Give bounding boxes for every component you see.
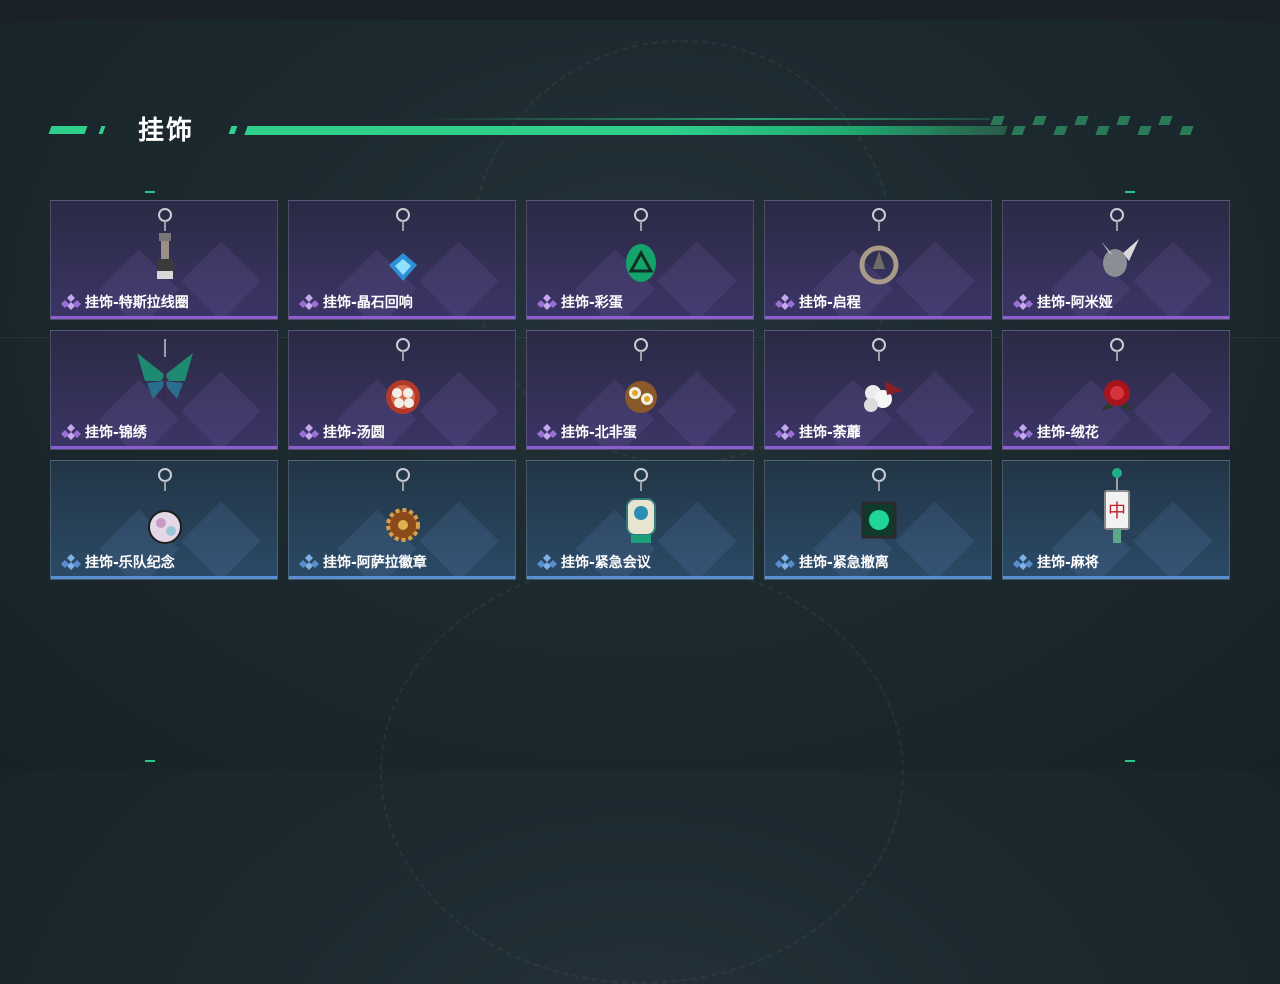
green-exit-charm-icon	[861, 468, 897, 539]
charm-card[interactable]: 挂饰-紧急会议	[526, 460, 754, 580]
charm-card[interactable]: 挂饰-北非蛋	[526, 330, 754, 450]
charm-name: 挂饰-荼蘼	[799, 425, 861, 441]
charm-name: 挂饰-锦绣	[85, 425, 147, 441]
card-label-row: 挂饰-紧急会议	[537, 553, 651, 571]
rarity-gem-icon	[299, 554, 319, 570]
card-label-row: 挂饰-特斯拉线圈	[61, 293, 189, 311]
section-title: 挂饰	[138, 116, 195, 146]
card-label-row: 挂饰-启程	[775, 293, 861, 311]
charm-card[interactable]: 挂饰-汤圆	[288, 330, 516, 450]
card-label-row: 挂饰-北非蛋	[537, 423, 637, 441]
svg-text:中: 中	[1108, 501, 1126, 522]
charm-card[interactable]: 挂饰-启程	[764, 200, 992, 320]
background-ring	[380, 560, 904, 984]
corner-tick	[1125, 760, 1135, 762]
corner-tick	[145, 191, 155, 193]
mahjong-tile-charm-icon: 中	[1104, 468, 1130, 543]
white-flower-charm-icon	[864, 338, 903, 412]
header-accent-bar	[98, 126, 106, 134]
charm-card[interactable]: 挂饰-阿萨拉徽章	[288, 460, 516, 580]
charm-name: 挂饰-启程	[799, 295, 861, 311]
tesla-coil-charm-icon	[157, 208, 173, 279]
charm-card[interactable]: 挂饰-紧急撤离	[764, 460, 992, 580]
rarity-gem-icon	[775, 294, 795, 310]
top-band	[0, 0, 1280, 20]
card-label-row: 挂饰-彩蛋	[537, 293, 623, 311]
meeting-figure-charm-icon	[626, 468, 656, 543]
rarity-gem-icon	[1013, 294, 1033, 310]
card-label-row: 挂饰-阿萨拉徽章	[299, 553, 427, 571]
charm-name: 挂饰-特斯拉线圈	[85, 295, 189, 311]
corner-tick	[1125, 191, 1135, 193]
rarity-gem-icon	[537, 554, 557, 570]
charm-name: 挂饰-麻将	[1037, 555, 1099, 571]
rarity-gem-icon	[537, 424, 557, 440]
rarity-gem-icon	[299, 424, 319, 440]
charm-name: 挂饰-阿萨拉徽章	[323, 555, 427, 571]
rarity-gem-icon	[775, 424, 795, 440]
charm-card[interactable]: 挂饰-荼蘼	[764, 330, 992, 450]
rarity-gem-icon	[1013, 424, 1033, 440]
charm-card[interactable]: 挂饰-彩蛋	[526, 200, 754, 320]
charm-card[interactable]: 挂饰-阿米娅	[1002, 200, 1230, 320]
golden-sun-badge-charm-icon	[386, 468, 420, 542]
charm-name: 挂饰-紧急会议	[561, 555, 651, 571]
charm-name: 挂饰-晶石回响	[323, 295, 413, 311]
dumpling-bowl-charm-icon	[386, 338, 420, 414]
shakshuka-charm-icon	[625, 338, 657, 413]
crystal-charm-icon	[389, 208, 417, 281]
card-label-row: 挂饰-阿米娅	[1013, 293, 1113, 311]
header-progress-bar	[244, 126, 1008, 135]
charm-card[interactable]: 挂饰-绒花	[1002, 330, 1230, 450]
header-thin-line	[420, 118, 990, 120]
bunny-charm-icon	[1101, 208, 1139, 277]
compass-ring-charm-icon	[859, 208, 899, 285]
header-accent-bar	[48, 126, 88, 134]
rarity-gem-icon	[61, 554, 81, 570]
charm-card[interactable]: 中挂饰-麻将	[1002, 460, 1230, 580]
red-rose-charm-icon	[1101, 338, 1133, 411]
header-checker-pattern	[990, 116, 1202, 136]
card-label-row: 挂饰-绒花	[1013, 423, 1099, 441]
charm-card[interactable]: 挂饰-乐队纪念	[50, 460, 278, 580]
charm-card[interactable]: 挂饰-晶石回响	[288, 200, 516, 320]
charm-card[interactable]: 挂饰-锦绣	[50, 330, 278, 450]
section-header: 挂饰	[0, 100, 1280, 156]
charm-name: 挂饰-乐队纪念	[85, 555, 175, 571]
card-label-row: 挂饰-锦绣	[61, 423, 147, 441]
rarity-gem-icon	[299, 294, 319, 310]
corner-tick	[145, 760, 155, 762]
butterfly-charm-icon	[137, 339, 193, 399]
card-label-row: 挂饰-晶石回响	[299, 293, 413, 311]
charm-name: 挂饰-阿米娅	[1037, 295, 1113, 311]
card-label-row: 挂饰-紧急撤离	[775, 553, 889, 571]
charm-card[interactable]: 挂饰-特斯拉线圈	[50, 200, 278, 320]
rarity-gem-icon	[775, 554, 795, 570]
rarity-gem-icon	[537, 294, 557, 310]
card-label-row: 挂饰-乐队纪念	[61, 553, 175, 571]
card-label-row: 挂饰-汤圆	[299, 423, 385, 441]
card-label-row: 挂饰-麻将	[1013, 553, 1099, 571]
rarity-gem-icon	[1013, 554, 1033, 570]
charm-name: 挂饰-绒花	[1037, 425, 1099, 441]
charm-name: 挂饰-紧急撤离	[799, 555, 889, 571]
header-accent-bar	[228, 126, 238, 134]
card-label-row: 挂饰-荼蘼	[775, 423, 861, 441]
charm-name: 挂饰-彩蛋	[561, 295, 623, 311]
rarity-gem-icon	[61, 294, 81, 310]
band-badge-charm-icon	[148, 468, 182, 544]
green-egg-charm-icon	[626, 208, 656, 282]
charm-name: 挂饰-北非蛋	[561, 425, 637, 441]
rarity-gem-icon	[61, 424, 81, 440]
charm-name: 挂饰-汤圆	[323, 425, 385, 441]
